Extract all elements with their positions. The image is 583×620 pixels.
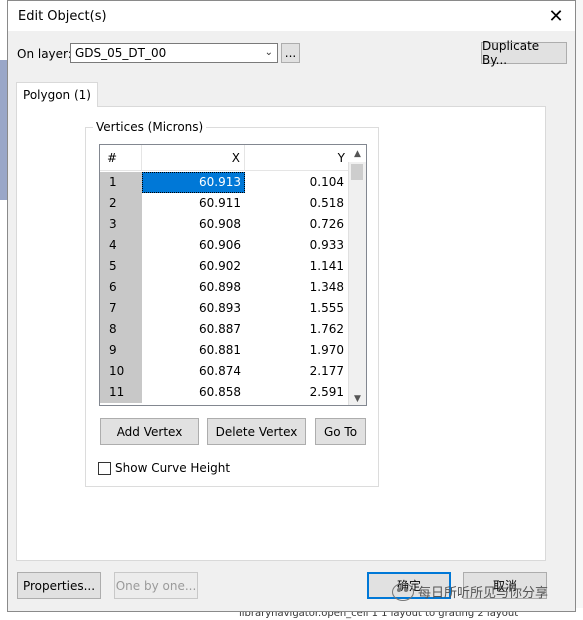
go-to-button[interactable]: Go To <box>315 418 366 445</box>
table-row[interactable]: 9 60.881 1.970 <box>100 340 350 361</box>
dialog-title: Edit Object(s) <box>18 9 107 24</box>
show-curve-height-label: Show Curve Height <box>115 461 231 475</box>
vertex-number-cell[interactable]: 3 <box>100 214 142 235</box>
table-row[interactable]: 3 60.908 0.726 <box>100 214 350 235</box>
vertex-number-cell[interactable]: 1 <box>100 172 142 193</box>
delete-vertex-button[interactable]: Delete Vertex <box>207 418 306 445</box>
show-curve-height-checkbox[interactable] <box>98 461 111 475</box>
column-header-number[interactable]: # <box>100 145 142 171</box>
add-vertex-button[interactable]: Add Vertex <box>100 418 199 445</box>
vertex-x-cell[interactable]: 60.913 <box>142 172 245 193</box>
vertex-x-cell[interactable]: 60.893 <box>142 298 245 319</box>
vertex-y-cell[interactable]: 2.177 <box>245 361 349 382</box>
table-row[interactable]: 8 60.887 1.762 <box>100 319 350 340</box>
vertices-grid[interactable]: # X Y 1 60.913 0.104 2 60.911 0.518 3 60.908 0.7… <box>99 144 367 406</box>
vertex-x-cell[interactable]: 60.902 <box>142 256 245 277</box>
watermark: 每日所听所见与你分享 <box>392 582 548 601</box>
vertex-number-cell[interactable]: 5 <box>100 256 142 277</box>
vertex-x-cell[interactable]: 60.906 <box>142 235 245 256</box>
scroll-up-icon[interactable]: ▲ <box>349 148 366 160</box>
table-row[interactable]: 10 60.874 2.177 <box>100 361 350 382</box>
vertex-number-cell[interactable]: 4 <box>100 235 142 256</box>
vertex-number-cell[interactable]: 9 <box>100 340 142 361</box>
vertex-y-cell[interactable]: 0.518 <box>245 193 349 214</box>
vertex-x-cell[interactable]: 60.911 <box>142 193 245 214</box>
table-row[interactable]: 11 60.858 2.591 <box>100 382 350 403</box>
vertex-x-cell[interactable]: 60.898 <box>142 277 245 298</box>
close-icon[interactable]: ✕ <box>543 3 569 29</box>
vertex-x-cell[interactable]: 60.881 <box>142 340 245 361</box>
duplicate-by-button[interactable]: Duplicate By... <box>481 39 567 67</box>
scroll-thumb[interactable] <box>351 164 363 180</box>
one-by-one-button[interactable]: One by one... <box>114 572 198 599</box>
vertical-scrollbar[interactable]: ▲ ▼ <box>348 149 366 405</box>
grid-header: # X Y <box>100 145 350 172</box>
layer-value: GDS_05_DT_00 <box>75 46 167 60</box>
vertex-y-cell[interactable]: 1.762 <box>245 319 349 340</box>
properties-button[interactable]: Properties... <box>17 572 101 599</box>
column-header-x[interactable]: X <box>142 145 245 171</box>
tab-polygon[interactable]: Polygon (1) <box>16 82 98 107</box>
table-row[interactable]: 7 60.893 1.555 <box>100 298 350 319</box>
scroll-down-icon[interactable]: ▼ <box>349 393 366 405</box>
vertex-y-cell[interactable]: 2.591 <box>245 382 349 403</box>
vertex-x-cell[interactable]: 60.874 <box>142 361 245 382</box>
vertex-y-cell[interactable]: 1.348 <box>245 277 349 298</box>
vertices-group-title: Vertices (Microns) <box>93 120 207 134</box>
vertex-number-cell[interactable]: 2 <box>100 193 142 214</box>
table-row[interactable]: 2 60.911 0.518 <box>100 193 350 214</box>
vertex-number-cell[interactable]: 7 <box>100 298 142 319</box>
column-header-y[interactable]: Y <box>245 145 350 171</box>
vertex-number-cell[interactable]: 11 <box>100 382 142 403</box>
vertex-x-cell[interactable]: 60.858 <box>142 382 245 403</box>
vertex-y-cell[interactable]: 0.933 <box>245 235 349 256</box>
title-bar: Edit Object(s) ✕ <box>8 1 575 31</box>
vertex-y-cell[interactable]: 0.726 <box>245 214 349 235</box>
vertex-number-cell[interactable]: 10 <box>100 361 142 382</box>
chat-icon <box>392 582 414 601</box>
vertex-number-cell[interactable]: 6 <box>100 277 142 298</box>
table-row[interactable]: 5 60.902 1.141 <box>100 256 350 277</box>
vertex-y-cell[interactable]: 1.970 <box>245 340 349 361</box>
vertex-y-cell[interactable]: 1.141 <box>245 256 349 277</box>
table-row[interactable]: 4 60.906 0.933 <box>100 235 350 256</box>
table-row[interactable]: 1 60.913 0.104 <box>100 172 350 193</box>
layer-browse-button[interactable]: ... <box>281 43 300 63</box>
vertex-x-cell[interactable]: 60.887 <box>142 319 245 340</box>
edit-object-dialog: Edit Object(s) ✕ On layer: GDS_05_DT_00 … <box>7 0 576 612</box>
vertex-number-cell[interactable]: 8 <box>100 319 142 340</box>
table-row[interactable]: 6 60.898 1.348 <box>100 277 350 298</box>
vertex-y-cell[interactable]: 0.104 <box>245 172 349 193</box>
watermark-text: 每日所听所见与你分享 <box>418 586 549 601</box>
layer-label: On layer: <box>17 47 72 61</box>
vertex-y-cell[interactable]: 1.555 <box>245 298 349 319</box>
vertex-x-cell[interactable]: 60.908 <box>142 214 245 235</box>
chevron-down-icon: ⌄ <box>264 47 273 58</box>
show-curve-height-option[interactable]: Show Curve Height <box>98 461 230 475</box>
layer-select[interactable]: GDS_05_DT_00 ⌄ <box>70 43 278 63</box>
